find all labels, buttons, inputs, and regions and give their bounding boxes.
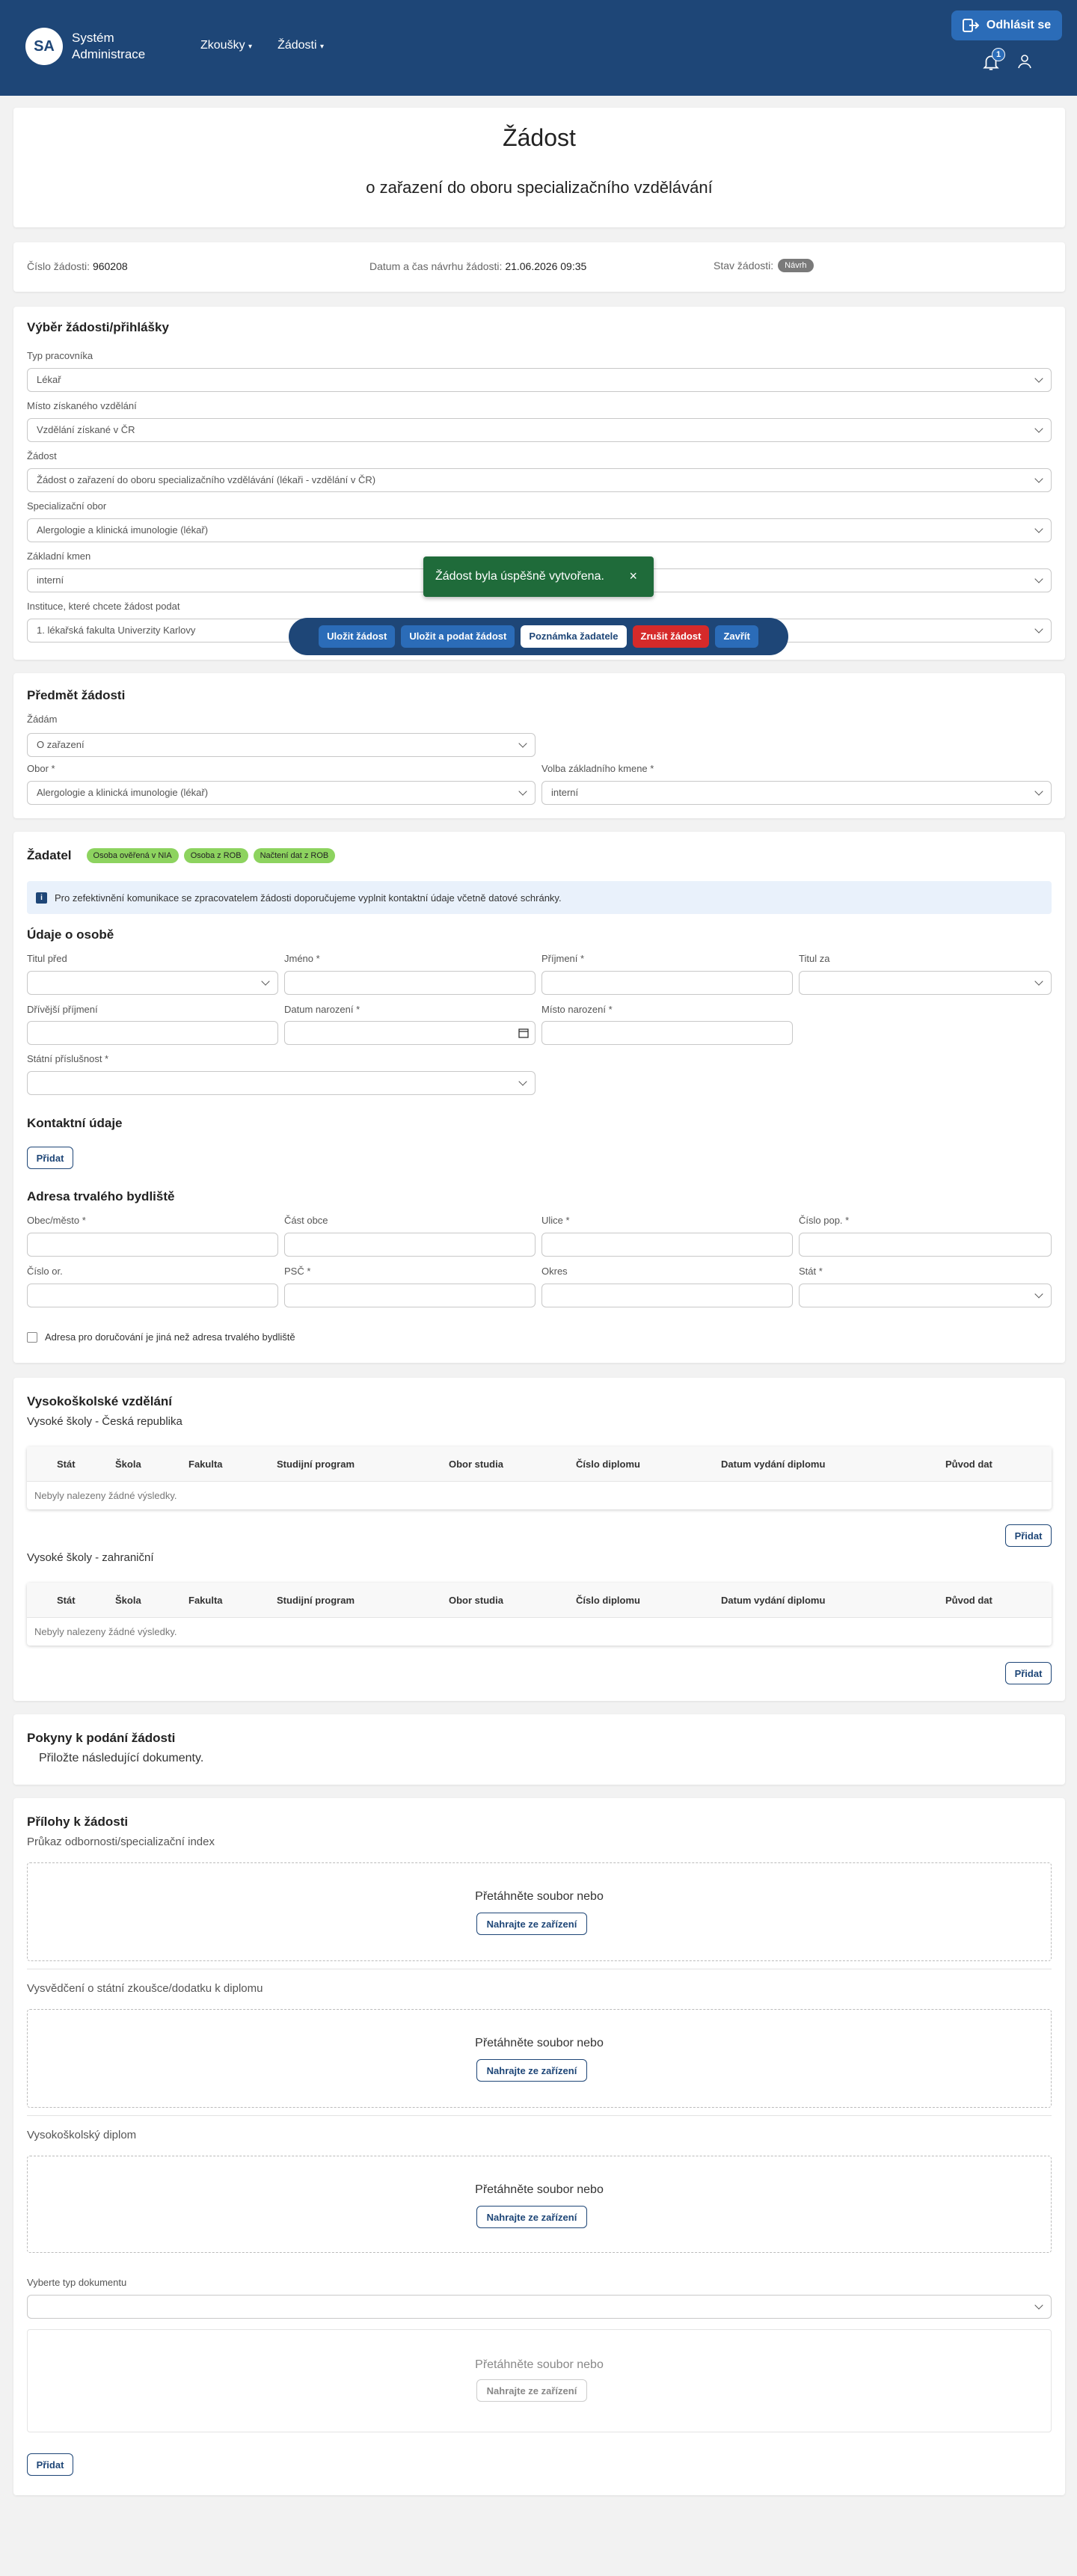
address-title: Adresa trvalého bydliště	[27, 1189, 175, 1203]
logo[interactable]: SA Systém Administrace	[25, 28, 145, 65]
upload-button[interactable]: Nahrajte ze zařízení	[476, 2059, 587, 2082]
orientation-number-input[interactable]	[27, 1284, 278, 1307]
logo-line2: Administrace	[72, 47, 146, 61]
title-card: Žádost o zařazení do oboru specializační…	[13, 108, 1065, 227]
upload-button[interactable]: Nahrajte ze zařízení	[476, 1913, 587, 1935]
add-foreign-school-button[interactable]: Přidat	[1005, 1662, 1052, 1684]
logo-line1: Systém	[72, 31, 114, 45]
request-type-select[interactable]: Žádost o zařazení do oboru specializační…	[27, 468, 1052, 492]
action-toolbar: Uložit žádost Uložit a podat žádost Pozn…	[289, 618, 788, 655]
page-subtitle: o zařazení do oboru specializačního vzdě…	[366, 178, 713, 197]
selection-card: Výběr žádosti/přihlášky Typ pracovníka L…	[13, 307, 1065, 660]
first-name-input[interactable]	[284, 971, 536, 995]
dropzone-diploma[interactable]: Přetáhněte soubor nebo Nahrajte ze zaříz…	[27, 2156, 1052, 2253]
empty-row: Nebyly nalezeny žádné výsledky.	[27, 1481, 1052, 1509]
zip-input[interactable]	[284, 1284, 536, 1307]
section-title: Předmět žádosti	[27, 688, 126, 702]
tag-nia: Osoba ověřená v NIA	[86, 848, 179, 863]
former-name-input[interactable]	[27, 1021, 278, 1045]
info-notice: i Pro zefektivnění komunikace se zpracov…	[27, 881, 1052, 914]
success-toast: Žádost byla úspěšně vytvořena. ×	[423, 556, 654, 597]
street-input[interactable]	[541, 1233, 793, 1257]
citizenship-select[interactable]	[27, 1071, 536, 1095]
logout-icon	[962, 19, 979, 32]
table-header: Stát Škola Fakulta Studijní program Obor…	[27, 1447, 1052, 1481]
cz-schools-title: Vysoké školy - Česká republika	[27, 1415, 182, 1428]
close-button[interactable]: Zavřít	[715, 625, 758, 648]
logo-badge: SA	[25, 28, 63, 65]
close-icon[interactable]: ×	[629, 568, 637, 584]
info-icon: i	[36, 892, 47, 904]
save-button[interactable]: Uložit žádost	[319, 625, 396, 648]
contacts-title: Kontaktní údaje	[27, 1116, 123, 1130]
section-title: Žadatel	[27, 848, 72, 862]
title-before-select[interactable]	[27, 971, 278, 995]
chevron-down-icon: ▾	[248, 43, 253, 51]
county-input[interactable]	[541, 1284, 793, 1307]
foreign-schools-title: Vysoké školy - zahraniční	[27, 1551, 154, 1564]
save-submit-button[interactable]: Uložit a podat žádost	[401, 625, 515, 648]
dropzone-other-document: Přetáhněte soubor nebo Nahrajte ze zaříz…	[27, 2329, 1052, 2432]
notification-badge: 1	[992, 48, 1005, 61]
delivery-address-checkbox[interactable]	[27, 1331, 37, 1343]
section-title: Pokyny k podání žádosti	[27, 1731, 176, 1745]
user-icon[interactable]	[1016, 52, 1034, 70]
state-select[interactable]	[799, 1284, 1052, 1307]
document-type-select[interactable]	[27, 2295, 1052, 2319]
person-title: Údaje o osobě	[27, 927, 114, 942]
add-contact-button[interactable]: Přidat	[27, 1147, 73, 1169]
city-input[interactable]	[27, 1233, 278, 1257]
status-badge: Návrh	[778, 259, 814, 272]
foreign-schools-table: Stát Škola Fakulta Studijní program Obor…	[27, 1583, 1052, 1646]
note-button[interactable]: Poznámka žadatele	[521, 625, 627, 648]
page-title: Žádost	[503, 124, 576, 151]
tag-rob-load: Načtení dat z ROB	[253, 848, 336, 863]
logout-button[interactable]: Odhlásit se	[951, 10, 1062, 40]
trunk-select[interactable]: interní	[541, 781, 1052, 805]
empty-row: Nebyly nalezeny žádné výsledky.	[27, 1617, 1052, 1646]
education-card: Vysokoškolské vzdělání Vysoké školy - Če…	[13, 1378, 1065, 1701]
section-title: Výběr žádosti/přihlášky	[27, 320, 169, 334]
add-cz-school-button[interactable]: Přidat	[1005, 1524, 1052, 1547]
request-date: 21.06.2026 09:35	[505, 260, 587, 272]
subject-card: Předmět žádosti Žádám O zařazení Obor * …	[13, 673, 1065, 818]
field-select[interactable]: Alergologie a klinická imunologie (lékař…	[27, 781, 536, 805]
calendar-icon[interactable]	[518, 1028, 529, 1038]
request-kind-select[interactable]: O zařazení	[27, 733, 536, 757]
worker-type-select[interactable]: Lékař	[27, 368, 1052, 392]
tag-rob: Osoba z ROB	[183, 848, 248, 863]
instructions-card: Pokyny k podání žádosti Přiložte následu…	[13, 1714, 1065, 1785]
cancel-request-button[interactable]: Zrušit žádost	[632, 625, 710, 648]
instructions-text: Přiložte následující dokumenty.	[39, 1752, 204, 1764]
nav-zadosti[interactable]: Žádosti ▾	[277, 39, 324, 52]
section-title: Vysokoškolské vzdělání	[27, 1394, 173, 1408]
birth-place-input[interactable]	[541, 1021, 793, 1045]
last-name-input[interactable]	[541, 971, 793, 995]
dropzone-exam-certificate[interactable]: Přetáhněte soubor nebo Nahrajte ze zaříz…	[27, 2009, 1052, 2108]
applicant-card: Žadatel Osoba ověřená v NIA Osoba z ROB …	[13, 832, 1065, 1363]
cz-schools-table: Stát Škola Fakulta Studijní program Obor…	[27, 1447, 1052, 1509]
table-header: Stát Škola Fakulta Studijní program Obor…	[27, 1583, 1052, 1617]
attachments-card: Přílohy k žádosti Průkaz odbornosti/spec…	[13, 1798, 1065, 2495]
chevron-down-icon: ▾	[319, 43, 325, 51]
title-after-select[interactable]	[799, 971, 1052, 995]
specialization-select[interactable]: Alergologie a klinická imunologie (lékař…	[27, 518, 1052, 542]
info-card: Číslo žádosti: 960208 Datum a čas návrhu…	[13, 242, 1065, 292]
district-part-input[interactable]	[284, 1233, 536, 1257]
house-number-input[interactable]	[799, 1233, 1052, 1257]
upload-button[interactable]: Nahrajte ze zařízení	[476, 2206, 587, 2228]
dropzone-license[interactable]: Přetáhněte soubor nebo Nahrajte ze zaříz…	[27, 1862, 1052, 1961]
education-place-select[interactable]: Vzdělání získané v ČR	[27, 418, 1052, 442]
top-header: SA Systém Administrace Zkoušky ▾ Žádosti …	[0, 0, 1077, 96]
section-title: Přílohy k žádosti	[27, 1815, 129, 1829]
upload-button-disabled: Nahrajte ze zařízení	[476, 2379, 587, 2402]
request-number: 960208	[92, 260, 128, 272]
birth-date-input[interactable]	[284, 1021, 536, 1045]
nav-zkousky[interactable]: Zkoušky ▾	[200, 39, 252, 52]
add-attachment-button[interactable]: Přidat	[27, 2453, 73, 2476]
